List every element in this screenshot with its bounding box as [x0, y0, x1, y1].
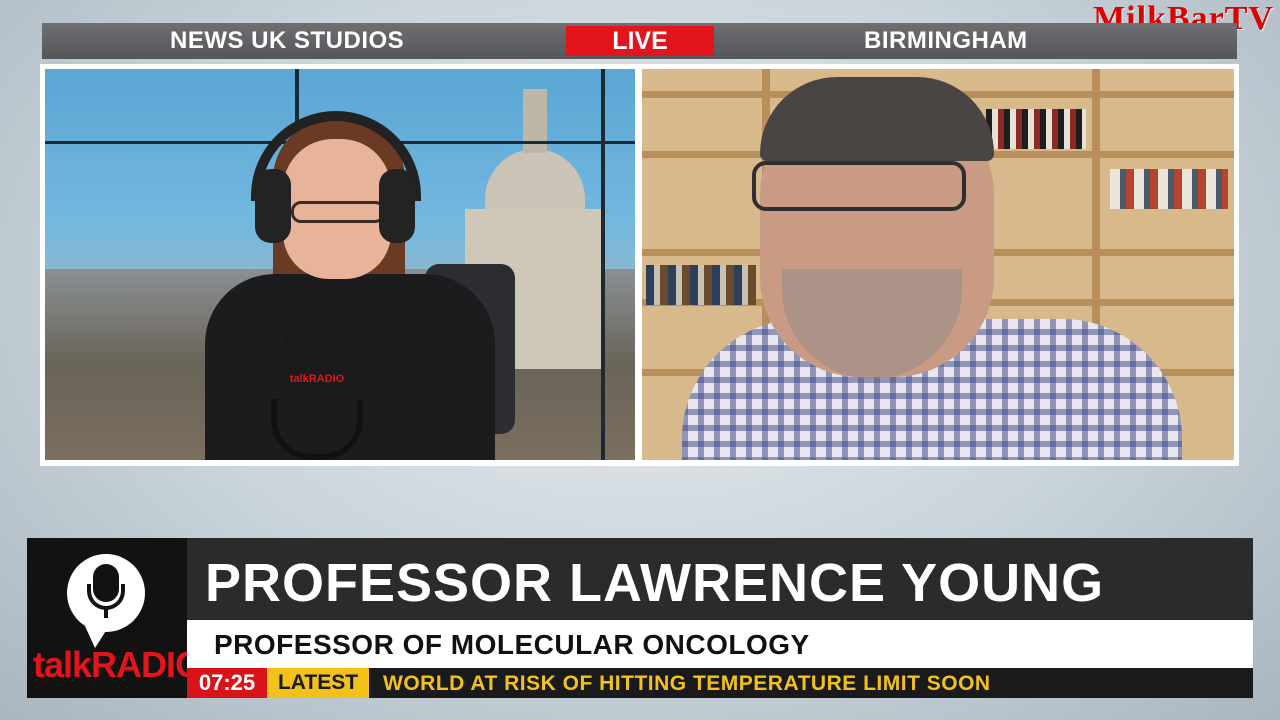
logo-wordmark: talkRADIO [33, 644, 203, 685]
ticker-headline: WORLD AT RISK OF HITTING TEMPERATURE LIM… [383, 672, 991, 695]
remote-video-feed [642, 69, 1234, 460]
guest-name: PROFESSOR LAWRENCE YOUNG [205, 553, 1105, 613]
talkradio-logo: talkRADIO [27, 538, 203, 698]
studio-video-feed: talkRADIO [45, 69, 635, 460]
microphone-stand-icon [87, 584, 125, 610]
location-bar: NEWS UK STUDIOS LIVE BIRMINGHAM [42, 23, 1237, 59]
split-screen-video: talkRADIO [40, 64, 1239, 466]
studio-location-label: NEWS UK STUDIOS [170, 27, 405, 54]
news-ticker: 07:25 LATEST WORLD AT RISK OF HITTING TE… [187, 668, 1253, 698]
headphone-earcup [255, 169, 291, 243]
dome-backdrop [485, 149, 585, 209]
microphone-logo-icon [67, 554, 145, 648]
live-badge: LIVE [566, 26, 714, 56]
guest-name-bar: PROFESSOR LAWRENCE YOUNG [187, 538, 1253, 620]
guest-title: PROFESSOR OF MOLECULAR ONCOLOGY [214, 629, 810, 660]
headphone-earcup [379, 169, 415, 243]
ticker-tag: LATEST [267, 668, 369, 698]
presenter-glasses [291, 201, 385, 223]
book-row [986, 109, 1086, 149]
guest-glasses [752, 161, 966, 211]
window-frame [601, 69, 605, 460]
microphone-brand-label: talkRADIO [289, 373, 345, 385]
studio-microphone [281, 317, 353, 409]
ticker-time: 07:25 [187, 668, 267, 698]
book-row [1110, 169, 1228, 209]
microphone-pole-icon [104, 608, 108, 618]
guest-title-bar: PROFESSOR OF MOLECULAR ONCOLOGY [187, 620, 1253, 668]
remote-location-label: BIRMINGHAM [864, 27, 1028, 54]
guest-hair [760, 77, 994, 161]
book-row [646, 265, 756, 305]
